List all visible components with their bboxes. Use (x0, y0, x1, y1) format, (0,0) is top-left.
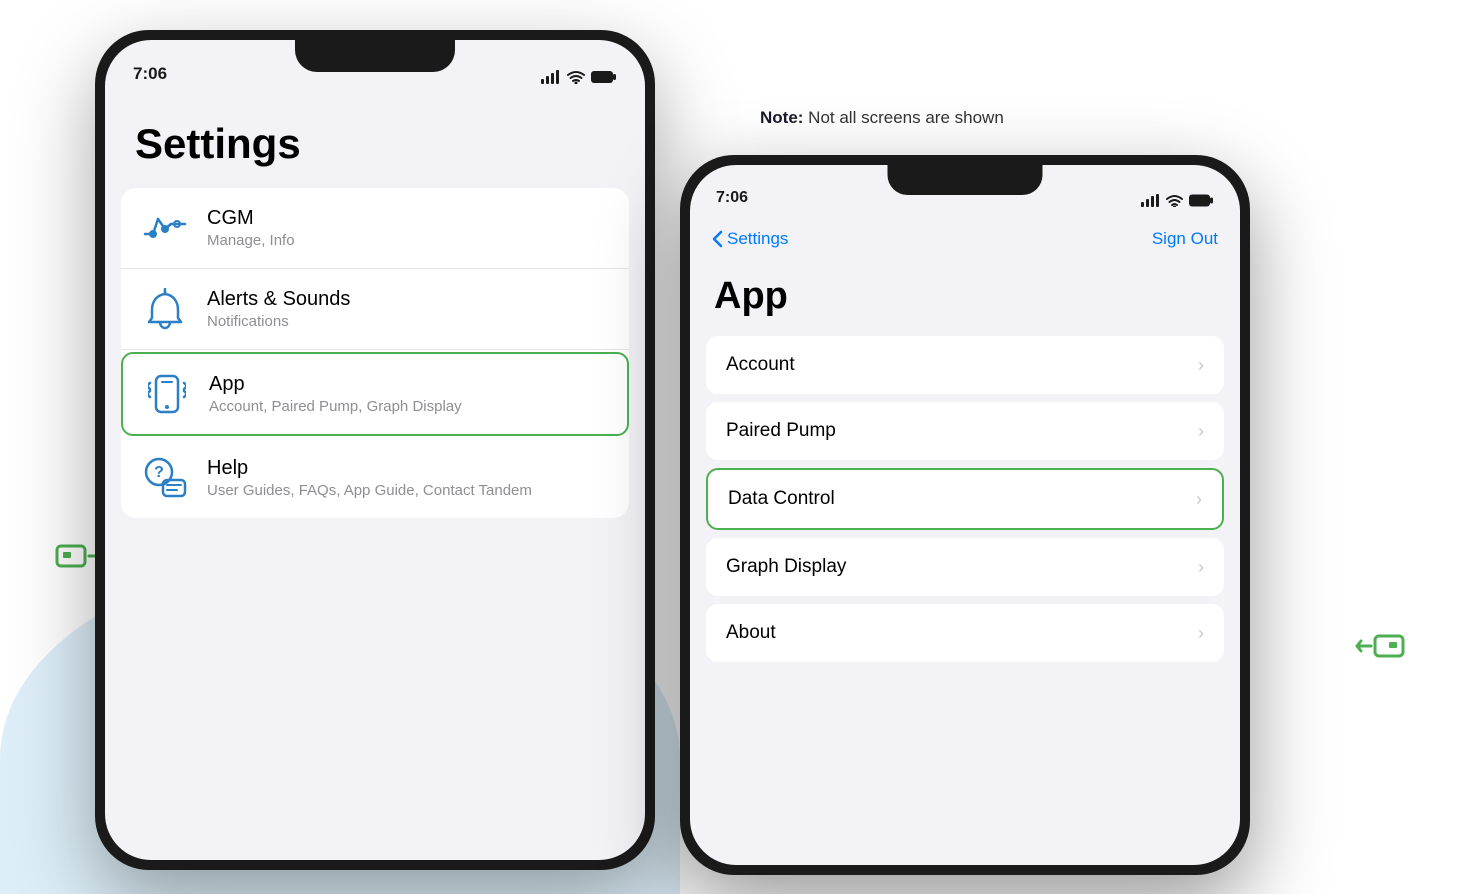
phone1-time: 7:06 (133, 64, 167, 84)
cgm-icon (141, 204, 189, 252)
chevron-icon-account: › (1198, 355, 1204, 376)
alerts-subtitle: Notifications (207, 313, 350, 330)
app-item-about[interactable]: About › (706, 604, 1224, 662)
app-icon (143, 370, 191, 418)
app-item-paired-pump[interactable]: Paired Pump › (706, 402, 1224, 460)
account-label: Account (726, 354, 795, 376)
help-title: Help (207, 457, 532, 480)
phone1-content: Settings (105, 90, 645, 860)
phone2-screen: 7:06 (690, 165, 1240, 865)
help-icon: ? (141, 454, 189, 502)
wifi-icon-2 (1166, 194, 1183, 207)
phone1-status-icons (541, 70, 617, 84)
app-item-data-control[interactable]: Data Control › (706, 468, 1224, 530)
battery-icon (591, 70, 617, 84)
phone1-screen: 7:06 (105, 40, 645, 860)
help-svg: ? (143, 456, 187, 500)
app-item-graph-display[interactable]: Graph Display › (706, 538, 1224, 596)
phone2-device: 7:06 (680, 155, 1250, 875)
signal-icon-2 (1141, 194, 1160, 207)
settings-item-help[interactable]: ? Help User Guides, FAQs, App Guide, Con… (121, 438, 629, 518)
signout-button[interactable]: Sign Out (1152, 229, 1218, 249)
chevron-left-icon (712, 230, 723, 248)
alerts-text: Alerts & Sounds Notifications (207, 288, 350, 330)
app-text: App Account, Paired Pump, Graph Display (209, 373, 462, 415)
back-label: Settings (727, 229, 788, 249)
app-subtitle: Account, Paired Pump, Graph Display (209, 398, 462, 415)
svg-text:?: ? (154, 464, 164, 481)
phone-vibrate-svg (148, 371, 186, 417)
cgm-title: CGM (207, 207, 295, 230)
chevron-icon-graph-display: › (1198, 557, 1204, 578)
note-label: Note: (760, 108, 803, 127)
battery-icon-2 (1189, 194, 1214, 207)
phone2-time: 7:06 (716, 189, 748, 207)
phone2-notch (888, 165, 1043, 195)
app-item-account[interactable]: Account › (706, 336, 1224, 394)
phone2-navbar: Settings Sign Out (690, 213, 1240, 265)
settings-item-alerts[interactable]: Alerts & Sounds Notifications (121, 269, 629, 350)
app-settings-list: Account › Paired Pump › Data Control › (706, 336, 1224, 662)
wifi-icon (567, 70, 585, 84)
note-body: Not all screens are shown (803, 108, 1003, 127)
settings-item-app[interactable]: App Account, Paired Pump, Graph Display (121, 352, 629, 436)
about-label: About (726, 622, 776, 644)
cgm-text: CGM Manage, Info (207, 207, 295, 249)
alerts-title: Alerts & Sounds (207, 288, 350, 311)
graph-display-label: Graph Display (726, 556, 846, 578)
help-text: Help User Guides, FAQs, App Guide, Conta… (207, 457, 532, 499)
page-background: Note: Not all screens are shown 7:06 (0, 0, 1460, 894)
back-button[interactable]: Settings (712, 229, 788, 249)
cgm-svg (143, 209, 187, 247)
settings-item-cgm[interactable]: CGM Manage, Info (121, 188, 629, 269)
note-text: Note: Not all screens are shown (760, 108, 1004, 128)
app-page-title: App (690, 265, 1240, 336)
alerts-icon (141, 285, 189, 333)
help-subtitle: User Guides, FAQs, App Guide, Contact Ta… (207, 482, 532, 499)
cgm-subtitle: Manage, Info (207, 232, 295, 249)
paired-pump-label: Paired Pump (726, 420, 836, 442)
settings-list: CGM Manage, Info (121, 188, 629, 518)
data-control-label: Data Control (728, 488, 835, 510)
settings-title: Settings (105, 90, 645, 188)
phone1-device: 7:06 (95, 30, 655, 870)
right-arrow-icon (1355, 624, 1405, 674)
bell-svg (147, 288, 183, 330)
app-title: App (209, 373, 462, 396)
chevron-icon-data-control: › (1196, 489, 1202, 510)
signal-icon (541, 70, 561, 84)
phone2-status-icons (1141, 194, 1214, 207)
chevron-icon-about: › (1198, 623, 1204, 644)
phone1-notch (295, 40, 455, 72)
phone2-content: App Account › Paired Pump › Data Control (690, 265, 1240, 865)
chevron-icon-paired-pump: › (1198, 421, 1204, 442)
